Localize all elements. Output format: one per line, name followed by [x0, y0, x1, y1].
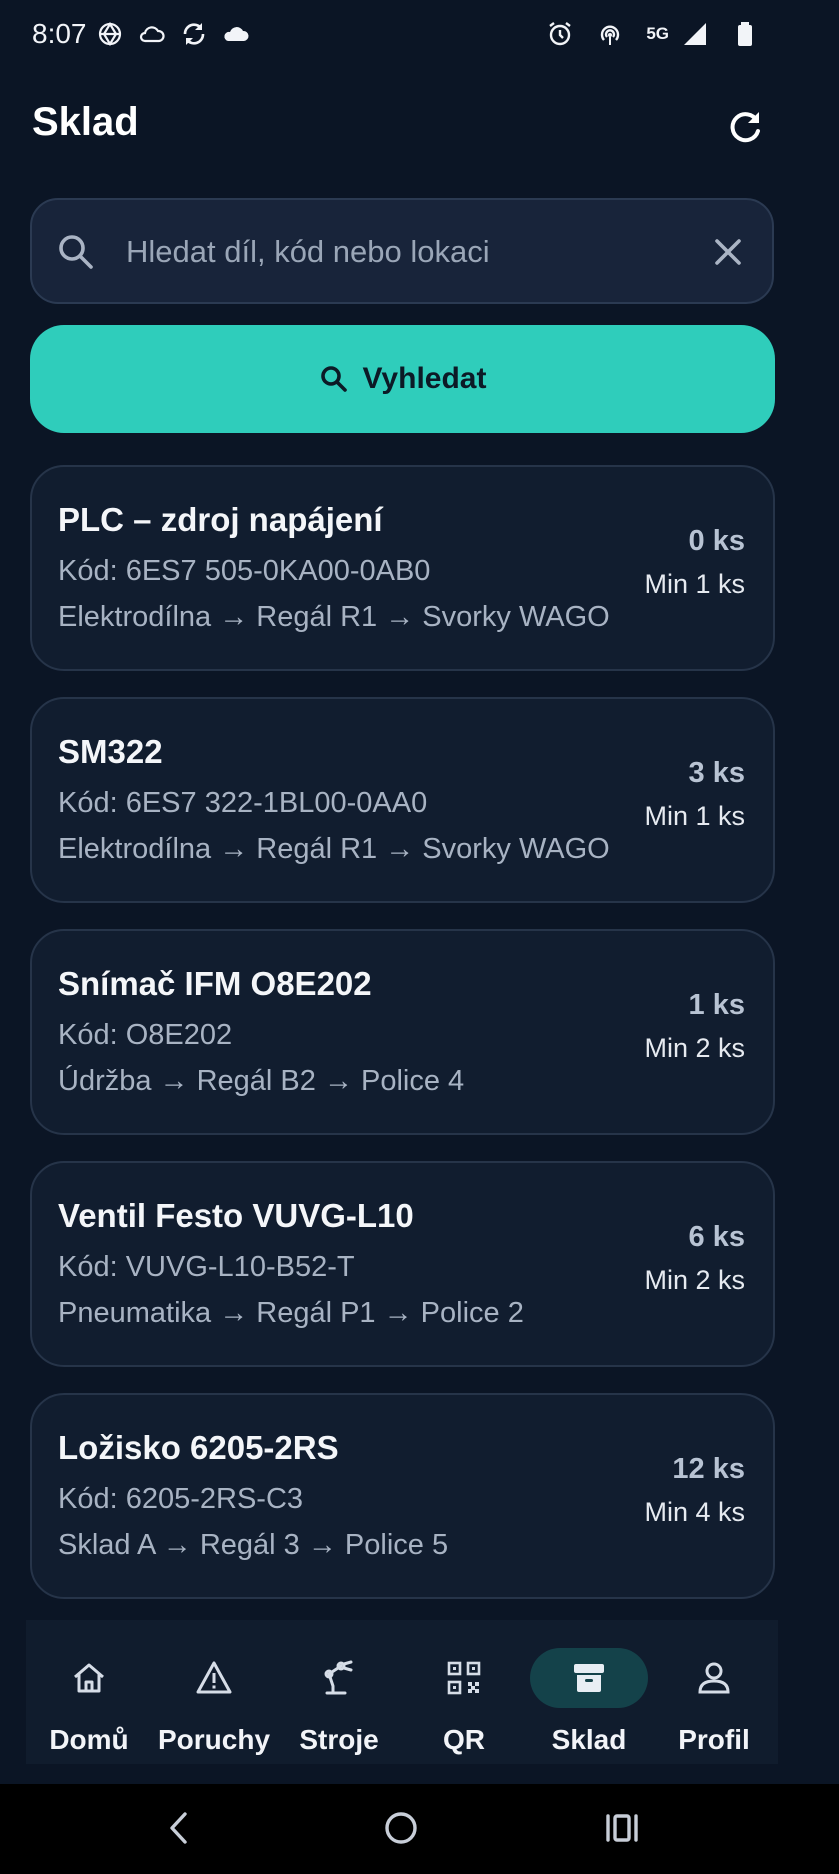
signal-icon — [681, 20, 709, 48]
item-name: Ventil Festo VUVG-L10 — [58, 1197, 414, 1234]
robot-arm-icon — [319, 1658, 359, 1698]
item-minimum: Min 2 ks — [644, 1033, 745, 1063]
nav-item-stroje[interactable]: Stroje — [276, 1632, 402, 1758]
search-icon — [56, 232, 96, 272]
status-right-icons: 5G — [546, 20, 759, 48]
nav-item-sklad[interactable]: Sklad — [526, 1632, 652, 1758]
nav-item-domu[interactable]: Domů — [26, 1632, 152, 1758]
home-circle-icon — [385, 1812, 417, 1844]
item-name: SM322 — [58, 733, 163, 770]
recents-button[interactable] — [600, 1806, 644, 1850]
search-button-label: Vyhledat — [362, 362, 487, 395]
nav-label: Stroje — [299, 1724, 379, 1755]
battery-icon — [731, 20, 759, 48]
item-quantity: 6 ks — [688, 1221, 745, 1253]
cloud-outline-icon — [138, 20, 166, 48]
item-quantity: 1 ks — [688, 989, 745, 1021]
item-code: Kód: 6205-2RS-C3 — [58, 1483, 304, 1515]
nav-item-profil[interactable]: Profil — [651, 1632, 777, 1758]
nav-label: Profil — [678, 1724, 750, 1755]
home-icon — [69, 1658, 109, 1698]
nav-label: QR — [443, 1724, 485, 1755]
item-code: Kód: O8E202 — [58, 1019, 233, 1051]
item-card[interactable]: PLC – zdroj napájení Kód: 6ES7 505-0KA00… — [30, 465, 775, 671]
item-minimum: Min 4 ks — [644, 1497, 745, 1527]
clear-search-button[interactable] — [710, 234, 746, 270]
item-quantity: 3 ks — [688, 757, 745, 789]
page-title: Sklad — [32, 100, 139, 144]
item-location: Elektrodílna → Regál R1 → Svorky WAGO — [58, 601, 610, 633]
item-code: Kód: 6ES7 505-0KA00-0AB0 — [58, 555, 431, 587]
person-icon — [694, 1658, 734, 1698]
nav-label: Sklad — [551, 1724, 627, 1755]
item-minimum: Min 1 ks — [644, 801, 745, 831]
search-icon — [319, 364, 349, 394]
network-type: 5G — [646, 24, 669, 43]
recents-icon — [606, 1814, 638, 1842]
sync-icon — [180, 20, 208, 48]
nav-item-poruchy[interactable]: Poruchy — [151, 1632, 277, 1758]
home-button[interactable] — [379, 1806, 423, 1850]
item-minimum: Min 1 ks — [644, 569, 745, 599]
item-name: Snímač IFM O8E202 — [58, 965, 372, 1002]
item-code: Kód: VUVG-L10-B52-T — [58, 1251, 355, 1283]
openai-icon — [96, 20, 124, 48]
qr-code-icon — [444, 1658, 484, 1698]
nav-label: Poruchy — [157, 1724, 271, 1755]
hotspot-icon — [596, 20, 624, 48]
item-minimum: Min 2 ks — [644, 1265, 745, 1295]
search-input[interactable] — [126, 226, 706, 278]
item-card[interactable]: Ventil Festo VUVG-L10 Kód: VUVG-L10-B52-… — [30, 1161, 775, 1367]
item-list: PLC – zdroj napájení Kód: 6ES7 505-0KA00… — [30, 465, 775, 1625]
search-button[interactable]: Vyhledat — [30, 325, 775, 433]
bottom-navigation: Domů Poruchy Stroje QR Sklad Profil — [26, 1620, 778, 1764]
item-card[interactable]: Snímač IFM O8E202 Kód: O8E202 Údržba → R… — [30, 929, 775, 1135]
item-location: Sklad A → Regál 3 → Police 5 — [58, 1529, 449, 1561]
status-bar: 8:07 5G — [0, 0, 839, 72]
archive-icon — [569, 1658, 609, 1698]
nav-label: Domů — [49, 1724, 129, 1755]
item-quantity: 0 ks — [688, 525, 745, 557]
nav-item-qr[interactable]: QR — [401, 1632, 527, 1758]
item-quantity: 12 ks — [672, 1453, 745, 1485]
item-location: Elektrodílna → Regál R1 → Svorky WAGO — [58, 833, 610, 865]
search-box — [30, 198, 774, 304]
status-left-icons — [96, 20, 250, 48]
system-navigation-bar — [0, 1784, 839, 1874]
item-code: Kód: 6ES7 322-1BL00-0AA0 — [58, 787, 428, 819]
item-card[interactable]: Ložisko 6205-2RS Kód: 6205-2RS-C3 Sklad … — [30, 1393, 775, 1599]
warning-icon — [194, 1658, 234, 1698]
status-time: 8:07 — [32, 18, 87, 49]
refresh-icon — [730, 112, 760, 143]
alarm-icon — [546, 20, 574, 48]
item-location: Pneumatika → Regál P1 → Police 2 — [58, 1297, 524, 1329]
item-name: PLC – zdroj napájení — [58, 501, 383, 538]
back-button[interactable] — [158, 1806, 202, 1850]
item-location: Údržba → Regál B2 → Police 4 — [58, 1065, 465, 1097]
item-name: Ložisko 6205-2RS — [58, 1429, 339, 1466]
item-card[interactable]: SM322 Kód: 6ES7 322-1BL00-0AA0 Elektrodí… — [30, 697, 775, 903]
cloud-icon — [222, 20, 250, 48]
back-icon — [170, 1812, 187, 1844]
close-icon — [715, 239, 741, 265]
refresh-button[interactable] — [724, 106, 766, 148]
